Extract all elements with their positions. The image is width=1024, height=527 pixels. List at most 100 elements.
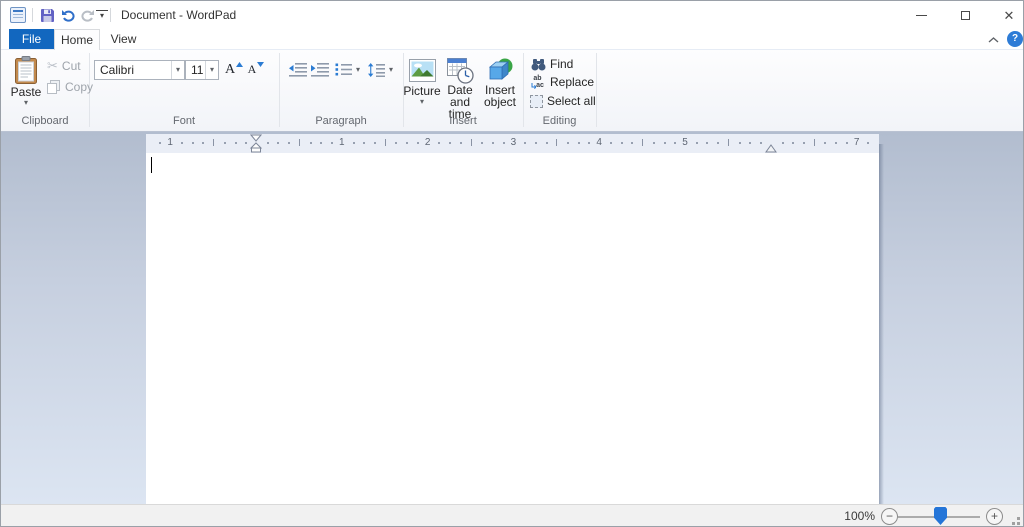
date-time-button[interactable]: Date and time: [439, 56, 481, 120]
line-spacing-dropdown[interactable]: ▾: [386, 59, 396, 80]
scissors-icon: ✂: [47, 58, 58, 74]
close-button[interactable]: ✕: [989, 1, 1024, 29]
shrink-font-button[interactable]: A: [246, 59, 266, 80]
ruler-tick: [492, 142, 494, 144]
maximize-button[interactable]: [945, 1, 985, 29]
copy-button[interactable]: Copy: [47, 80, 93, 94]
ruler-tick: [320, 142, 322, 144]
ruler-tick: [460, 142, 462, 144]
ruler-tick: [181, 142, 183, 144]
wordpad-window: ▾ Document - WordPad ✕ File Home View ?: [0, 0, 1024, 527]
increase-indent-button[interactable]: [310, 59, 330, 80]
replace-icon-top: ab: [533, 75, 541, 82]
close-icon: ✕: [1004, 9, 1015, 22]
title-bar: ▾ Document - WordPad ✕: [1, 1, 1023, 29]
resize-grip[interactable]: [1017, 517, 1020, 520]
font-family-combobox[interactable]: Calibri ▾: [94, 60, 185, 80]
ruler-tick: [159, 142, 161, 144]
redo-button[interactable]: [77, 5, 97, 25]
select-all-label: Select all: [547, 94, 596, 108]
picture-dropdown-caret: ▾: [420, 98, 424, 106]
find-button[interactable]: Find: [531, 57, 573, 71]
ruler: 1123457: [146, 134, 879, 153]
zoom-slider-thumb[interactable]: [934, 507, 947, 525]
save-button[interactable]: [37, 5, 57, 25]
ruler-tick: [385, 139, 386, 146]
picture-button[interactable]: Picture ▾: [405, 56, 439, 106]
ruler-tick: [674, 142, 676, 144]
ruler-tick: [192, 142, 194, 144]
grow-font-button[interactable]: A: [224, 59, 244, 80]
help-button[interactable]: ?: [1007, 31, 1023, 47]
tab-file[interactable]: File: [9, 29, 54, 49]
ruler-tick: [202, 142, 204, 144]
ruler-tick: [621, 142, 623, 144]
ruler-tick: [610, 142, 612, 144]
ruler-tick: [578, 142, 580, 144]
picture-icon: [409, 56, 436, 84]
ruler-tick: [760, 142, 762, 144]
clipboard-group-label: Clipboard: [1, 115, 89, 129]
ruler-tick: [535, 142, 537, 144]
date-time-icon: [447, 56, 474, 84]
tab-view[interactable]: View: [100, 29, 147, 49]
insert-object-button[interactable]: Insert object: [481, 56, 519, 108]
ruler-tick: [288, 142, 290, 144]
ruler-tick: [782, 142, 784, 144]
ribbon-tab-row: File Home View ?: [1, 29, 1023, 49]
redo-icon: [80, 9, 95, 22]
customize-qat-dropdown[interactable]: ▾: [96, 10, 108, 22]
ruler-number: 1: [339, 137, 345, 148]
picture-label: Picture: [403, 84, 440, 98]
replace-button[interactable]: ab ac Replace: [529, 75, 594, 89]
undo-icon: [61, 9, 76, 22]
ruler-number: 1: [167, 137, 173, 148]
bullet-list-icon: [335, 63, 352, 76]
maximize-icon: [961, 11, 970, 20]
ruler-tick: [588, 142, 590, 144]
ruler-tick: [835, 142, 837, 144]
left-indent-marker[interactable]: [250, 134, 262, 153]
right-indent-marker[interactable]: [765, 144, 777, 153]
ruler-tick: [331, 142, 333, 144]
ruler-tick: [503, 142, 505, 144]
ruler-tick: [631, 142, 633, 144]
insert-group-label: Insert: [403, 115, 523, 129]
ruler-tick: [749, 142, 751, 144]
ruler-tick: [363, 142, 365, 144]
page-shadow: [879, 144, 884, 504]
decrease-indent-button[interactable]: [288, 59, 308, 80]
cut-button[interactable]: ✂ Cut: [47, 58, 81, 74]
zoom-in-button[interactable]: +: [986, 508, 1003, 525]
paste-button[interactable]: Paste ▾: [7, 56, 45, 107]
ruler-number: 7: [854, 137, 860, 148]
font-size-combobox[interactable]: 11 ▾: [185, 60, 219, 80]
paste-label: Paste: [11, 85, 42, 99]
undo-button[interactable]: [58, 5, 78, 25]
bullets-dropdown[interactable]: ▾: [353, 59, 363, 80]
ruler-tick: [546, 142, 548, 144]
bullets-button[interactable]: [334, 59, 353, 80]
ruler-tick: [481, 142, 483, 144]
ruler-tick: [696, 142, 698, 144]
resize-grip[interactable]: [1012, 522, 1015, 525]
line-spacing-button[interactable]: [367, 59, 386, 80]
collapse-ribbon-button[interactable]: [983, 32, 1003, 47]
select-all-button[interactable]: Select all: [530, 94, 596, 108]
tab-home[interactable]: Home: [54, 29, 100, 50]
ruler-tick: [846, 142, 848, 144]
wordpad-app-icon[interactable]: [10, 7, 26, 23]
ruler-tick: [353, 142, 355, 144]
ruler-tick: [803, 142, 805, 144]
ruler-tick: [245, 142, 247, 144]
document-page[interactable]: [146, 153, 879, 504]
select-all-icon: [530, 95, 543, 108]
find-label: Find: [550, 57, 573, 71]
minimize-button[interactable]: [901, 1, 941, 29]
resize-grip[interactable]: [1017, 522, 1020, 525]
zoom-out-button[interactable]: −: [881, 508, 898, 525]
decrease-indent-icon: [289, 63, 307, 77]
status-bar: 100% − +: [1, 504, 1023, 527]
replace-label: Replace: [550, 75, 594, 89]
ruler-number: 2: [425, 137, 431, 148]
